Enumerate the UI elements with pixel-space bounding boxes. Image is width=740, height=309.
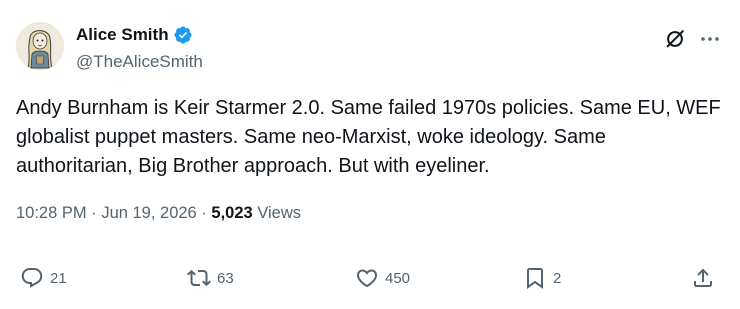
retweet-count: 63 bbox=[217, 269, 234, 287]
grok-icon[interactable] bbox=[664, 28, 686, 50]
author-handle[interactable]: @TheAliceSmith bbox=[76, 52, 203, 72]
heart-icon bbox=[356, 269, 378, 288]
bookmark-icon bbox=[527, 268, 543, 289]
reply-button[interactable]: 21 bbox=[20, 262, 67, 294]
like-count: 450 bbox=[385, 269, 411, 287]
meta-separator: · bbox=[201, 204, 207, 222]
more-icon[interactable] bbox=[697, 28, 723, 50]
tweet-date[interactable]: Jun 19, 2026 bbox=[101, 204, 196, 222]
avatar-illustration bbox=[16, 22, 64, 70]
meta-separator: · bbox=[91, 204, 97, 222]
author-display-name[interactable]: Alice Smith bbox=[76, 25, 169, 45]
tweet-meta: 10:28 PM · Jun 19, 2026 · 5,023 Views bbox=[16, 204, 301, 223]
tweet-card: Alice Smith @TheAliceSmith Andy Burnham … bbox=[0, 0, 740, 309]
avatar[interactable] bbox=[16, 22, 64, 70]
views-count[interactable]: 5,023 bbox=[211, 204, 252, 222]
retweet-icon bbox=[187, 269, 211, 287]
reply-count: 21 bbox=[50, 269, 67, 287]
tweet-time[interactable]: 10:28 PM bbox=[16, 204, 87, 222]
share-button[interactable] bbox=[691, 262, 715, 294]
action-bar: 21 63 450 2 bbox=[0, 262, 740, 294]
bookmark-count: 2 bbox=[553, 269, 562, 287]
reply-icon bbox=[21, 268, 43, 288]
author-name-row[interactable]: Alice Smith bbox=[76, 25, 193, 45]
retweet-button[interactable]: 63 bbox=[187, 262, 234, 294]
bookmark-button[interactable]: 2 bbox=[523, 262, 561, 294]
views-label: Views bbox=[257, 204, 302, 222]
like-button[interactable]: 450 bbox=[355, 262, 410, 294]
tweet-text: Andy Burnham is Keir Starmer 2.0. Same f… bbox=[16, 97, 721, 177]
verified-badge-icon[interactable] bbox=[173, 25, 193, 45]
share-icon bbox=[694, 268, 712, 287]
